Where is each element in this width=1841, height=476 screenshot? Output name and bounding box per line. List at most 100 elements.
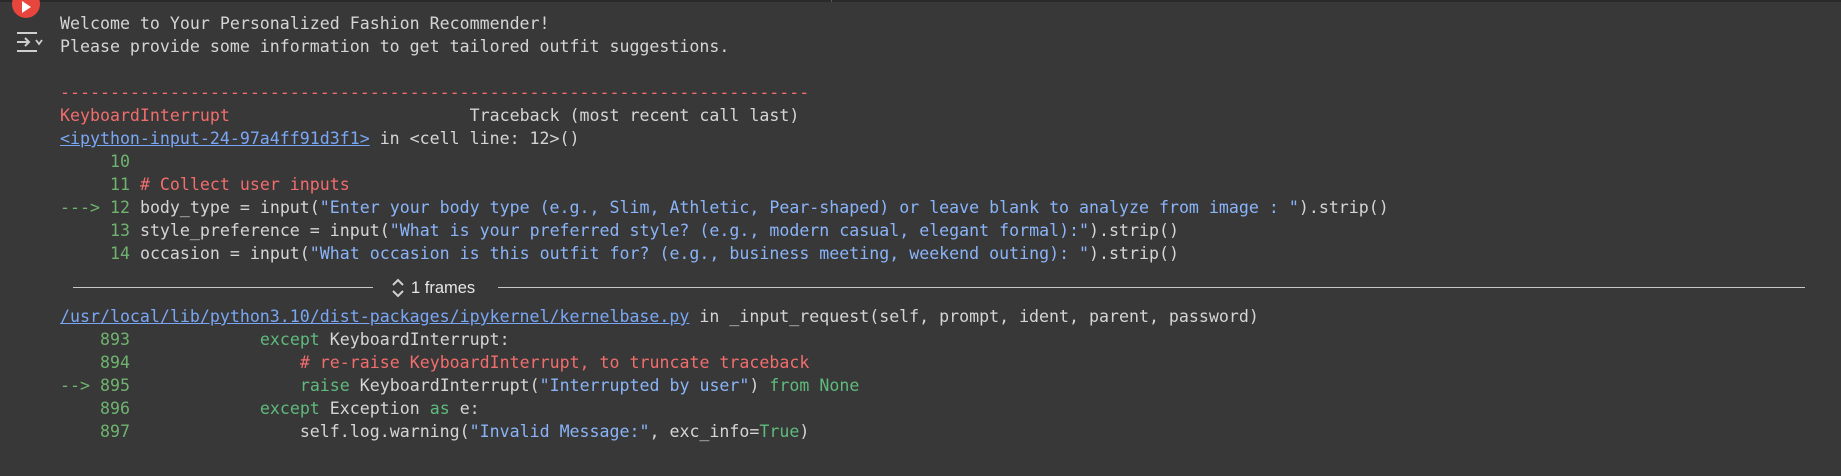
code-token: "Interrupted by user" (539, 376, 750, 395)
expand-frames-button[interactable]: 1 frames (391, 275, 475, 301)
code-line: 894 # re-raise KeyboardInterrupt, to tru… (60, 351, 1820, 374)
frame1-location: in <cell line: 12>() (369, 129, 580, 148)
number-gap (130, 175, 140, 194)
marker-gap (100, 175, 110, 194)
traceback-header-right: Traceback (most recent call last) (469, 106, 800, 125)
code-line: 14 occasion = input("What occasion is th… (60, 242, 1820, 265)
code-token: ) (749, 376, 770, 395)
code-token: "Enter your body type (e.g., Slim, Athle… (319, 198, 1299, 217)
frames-divider: 1 frames (0, 271, 1841, 305)
code-line: 13 style_preference = input("What is you… (60, 219, 1820, 242)
run-cell-button[interactable] (12, 0, 40, 18)
frame1-code-lines: 10 11 # Collect user inputs ---> 12 body_… (60, 150, 1820, 265)
number-gap (130, 422, 140, 441)
line-number: 10 (109, 152, 130, 171)
code-token: except (259, 399, 320, 418)
number-gap (130, 376, 140, 395)
error-name: KeyboardInterrupt (60, 106, 230, 125)
marker-gap (90, 330, 100, 349)
frame1-file-link[interactable]: <ipython-input-24-97a4ff91d3f1> (60, 129, 370, 148)
code-token: KeyboardInterrupt: (319, 330, 510, 349)
number-gap (130, 399, 140, 418)
frame2-header: /usr/local/lib/python3.10/dist-packages/… (60, 305, 1820, 328)
code-token: "Invalid Message:" (469, 422, 650, 441)
code-token: except (259, 330, 320, 349)
frames-label: 1 frames (411, 278, 476, 297)
top-divider (831, 0, 832, 2)
line-number: 13 (109, 221, 130, 240)
marker-gap (100, 198, 110, 217)
line-marker (60, 330, 90, 349)
code-token: body_type = input( (139, 198, 320, 217)
code-token: ).strip() (1089, 221, 1179, 240)
line-marker: --> (60, 376, 90, 395)
number-gap (130, 330, 140, 349)
code-token: raise (299, 376, 350, 395)
code-token: style_preference = input( (139, 221, 390, 240)
line-marker (60, 152, 100, 171)
header-spacer (230, 106, 470, 125)
marker-gap (90, 376, 100, 395)
code-token: None (819, 376, 860, 395)
marker-gap (90, 422, 100, 441)
marker-gap (100, 221, 110, 240)
traceback-header: KeyboardInterrupt Traceback (most recent… (60, 104, 1820, 127)
frame2-code-lines: 893 except KeyboardInterrupt: 894 # re-r… (60, 328, 1820, 443)
code-token: e: (449, 399, 480, 418)
cell-output: Welcome to Your Personalized Fashion Rec… (60, 12, 1820, 443)
line-marker (60, 399, 90, 418)
line-marker (60, 221, 100, 240)
marker-gap (100, 152, 110, 171)
line-marker (60, 353, 90, 372)
line-number: 12 (109, 198, 130, 217)
code-line: 897 self.log.warning("Invalid Message:",… (60, 420, 1820, 443)
code-token: ) (799, 422, 810, 441)
top-border (0, 0, 1841, 2)
frames-rule-right (498, 287, 1805, 288)
frame2-location: in _input_request(self, prompt, ident, p… (689, 307, 1259, 326)
line-number: 893 (99, 330, 130, 349)
code-token: occasion = input( (139, 244, 310, 263)
code-line: 11 # Collect user inputs (60, 173, 1820, 196)
frame2-file-link[interactable]: /usr/local/lib/python3.10/dist-packages/… (60, 307, 689, 326)
code-token: KeyboardInterrupt( (349, 376, 540, 395)
marker-gap (100, 244, 110, 263)
number-gap (130, 221, 140, 240)
code-token: self.log.warning( (139, 422, 470, 441)
play-icon (22, 1, 31, 13)
welcome-text: Welcome to Your Personalized Fashion Rec… (60, 14, 550, 33)
code-token: Exception (319, 399, 430, 418)
code-line: 896 except Exception as e: (60, 397, 1820, 420)
frame1-header: <ipython-input-24-97a4ff91d3f1> in <cell… (60, 127, 1820, 150)
line-number: 11 (109, 175, 130, 194)
code-token: True (759, 422, 800, 441)
code-token: # re-raise KeyboardInterrupt, to truncat… (299, 353, 810, 372)
code-token: , exc_info= (649, 422, 760, 441)
code-line: --> 895 raise KeyboardInterrupt("Interru… (60, 374, 1820, 397)
code-token: ).strip() (1298, 198, 1389, 217)
line-number: 14 (109, 244, 130, 263)
number-gap (130, 353, 140, 372)
traceback-dashes: ----------------------------------------… (60, 83, 810, 102)
line-number: 897 (99, 422, 130, 441)
code-token: as (429, 399, 450, 418)
marker-gap (90, 399, 100, 418)
output-options-icon[interactable] (15, 30, 43, 54)
code-token: "What is your preferred style? (e.g., mo… (389, 221, 1090, 240)
line-marker (60, 422, 90, 441)
code-token: ).strip() (1089, 244, 1179, 263)
line-number: 895 (99, 376, 130, 395)
line-marker: ---> (60, 198, 100, 217)
code-line: 893 except KeyboardInterrupt: (60, 328, 1820, 351)
line-number: 896 (99, 399, 130, 418)
marker-gap (90, 353, 100, 372)
code-token: from (769, 376, 810, 395)
line-marker (60, 244, 100, 263)
expand-collapse-icon (392, 278, 404, 298)
frames-rule-left (73, 287, 373, 288)
